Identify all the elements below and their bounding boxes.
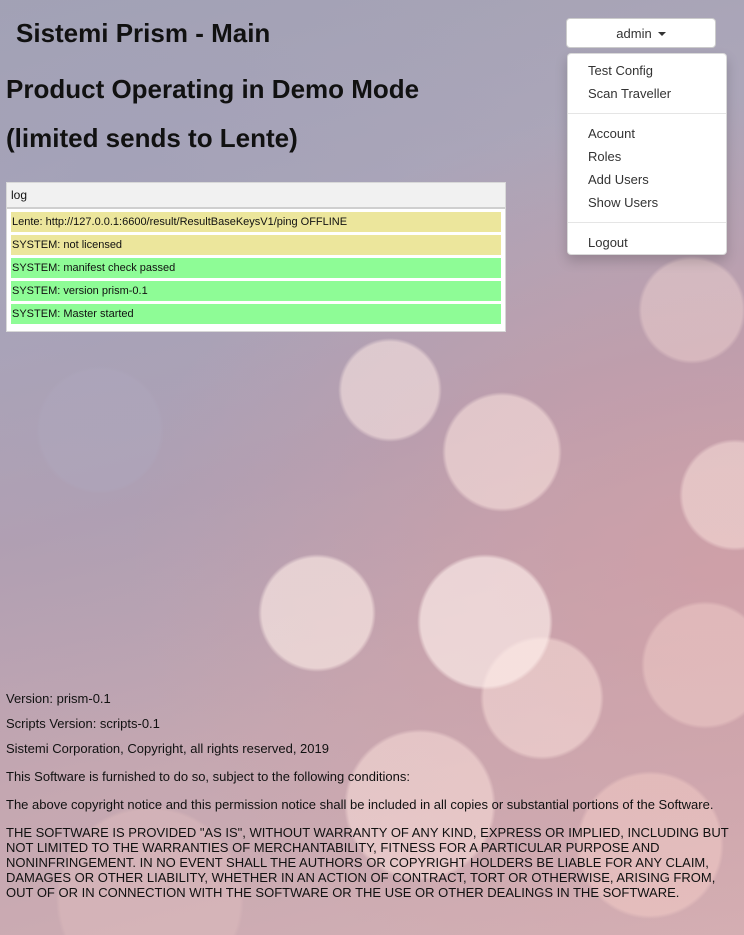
log-entry: Lente: http://127.0.0.1:6600/result/Resu… — [11, 212, 501, 232]
menu-item-roles[interactable]: Roles — [568, 145, 726, 168]
copyright-text: Sistemi Corporation, Copyright, all righ… — [6, 741, 329, 756]
demo-mode-heading: Product Operating in Demo Mode — [6, 74, 420, 104]
user-menu-button[interactable]: admin — [566, 18, 716, 48]
scripts-version-text: Scripts Version: scripts-0.1 — [6, 716, 160, 731]
license-conditions-text: This Software is furnished to do so, sub… — [6, 769, 410, 784]
log-header: log — [7, 183, 505, 209]
log-entry: SYSTEM: not licensed — [11, 235, 501, 255]
menu-item-account[interactable]: Account — [568, 122, 726, 145]
user-dropdown-menu: Test Config Scan Traveller Account Roles… — [567, 53, 727, 255]
log-entry: SYSTEM: version prism-0.1 — [11, 281, 501, 301]
menu-divider — [568, 222, 726, 223]
demo-mode-subheading: (limited sends to Lente) — [6, 123, 298, 153]
menu-item-show-users[interactable]: Show Users — [568, 191, 726, 214]
log-entry: SYSTEM: Master started — [11, 304, 501, 324]
menu-divider — [568, 113, 726, 114]
caret-down-icon — [657, 32, 666, 36]
warranty-disclaimer-text: THE SOFTWARE IS PROVIDED "AS IS", WITHOU… — [6, 825, 729, 900]
footer: Version: prism-0.1 Scripts Version: scri… — [6, 691, 731, 900]
menu-item-add-users[interactable]: Add Users — [568, 168, 726, 191]
log-panel: log Lente: http://127.0.0.1:6600/result/… — [6, 182, 506, 332]
version-text: Version: prism-0.1 — [6, 691, 111, 706]
page-title: Sistemi Prism - Main — [16, 18, 271, 48]
user-menu-label: admin — [616, 25, 652, 41]
menu-item-logout[interactable]: Logout — [568, 231, 726, 254]
menu-item-test-config[interactable]: Test Config — [568, 59, 726, 82]
menu-item-scan-traveller[interactable]: Scan Traveller — [568, 82, 726, 105]
license-notice-text: The above copyright notice and this perm… — [6, 797, 714, 812]
log-entry: SYSTEM: manifest check passed — [11, 258, 501, 278]
